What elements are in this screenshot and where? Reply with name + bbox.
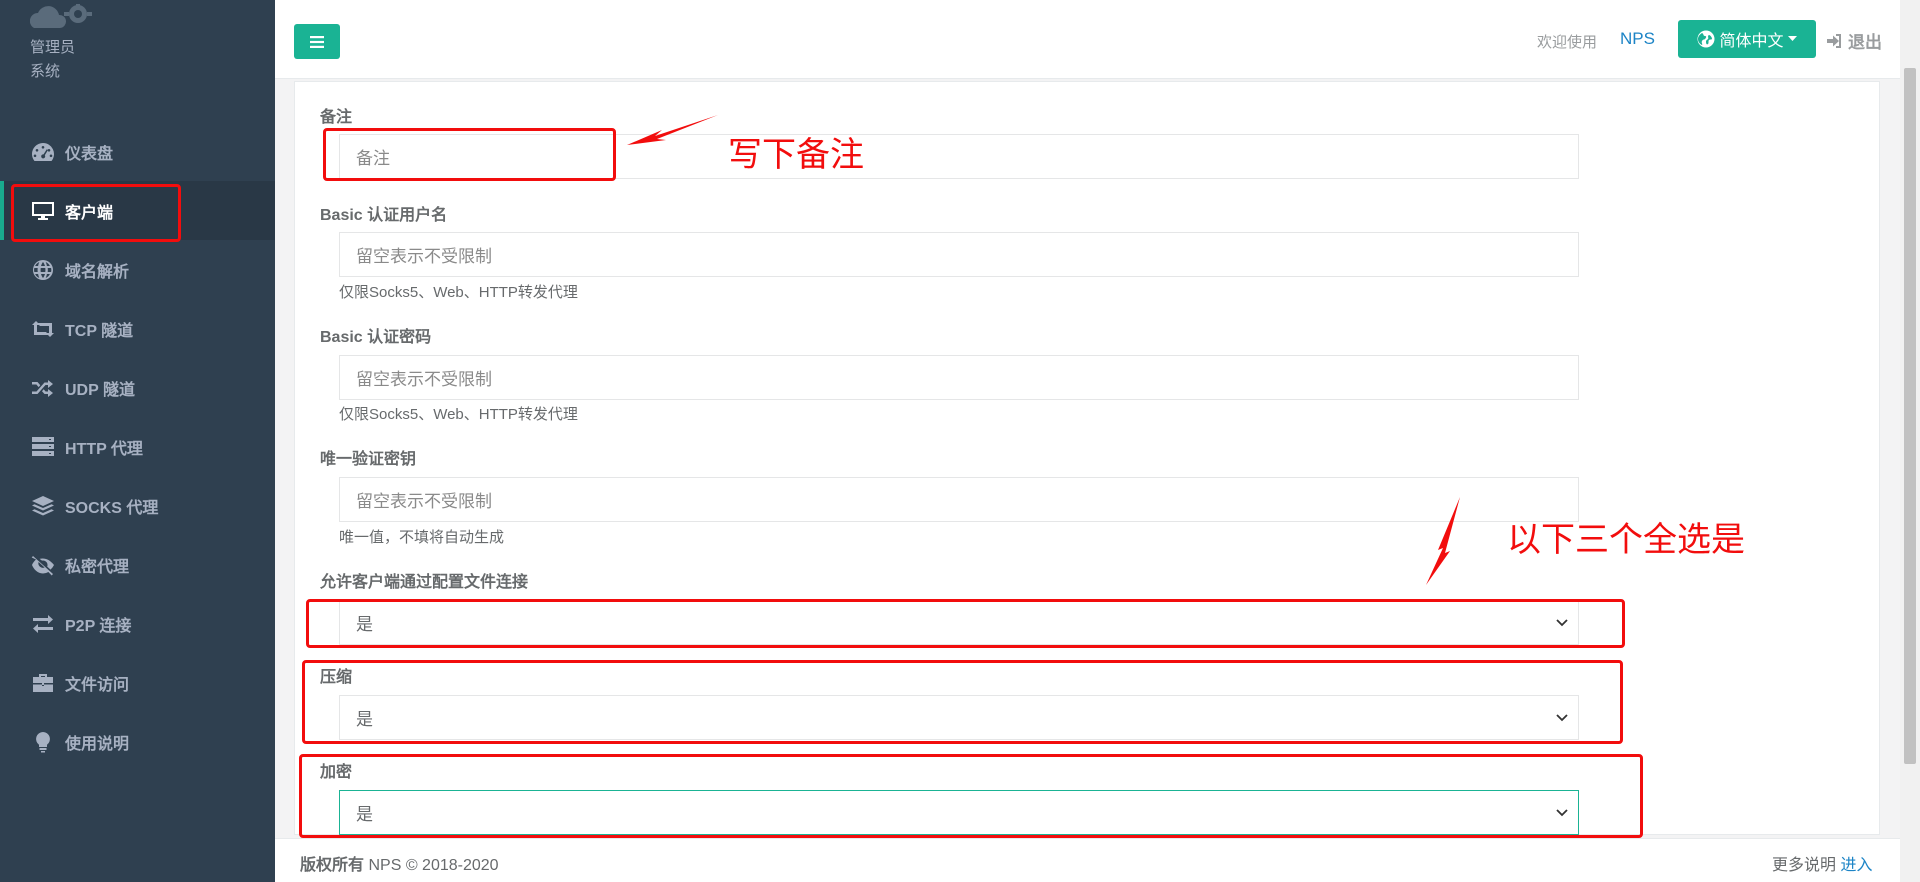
language-label: 简体中文 — [1719, 33, 1784, 50]
dashboard-icon — [30, 141, 56, 163]
briefcase-icon — [30, 672, 56, 694]
annotation-box-client — [11, 184, 181, 242]
layers-icon — [30, 495, 56, 517]
random-icon — [30, 377, 56, 399]
nps-link[interactable]: NPS — [1620, 29, 1655, 49]
brand-line1: 管理员 — [30, 39, 76, 56]
topbar: 欢迎使用 NPS 简体中文 退出 — [275, 0, 1900, 79]
exchange-icon — [30, 613, 56, 635]
caret-down-icon — [1787, 36, 1797, 41]
globe-icon — [30, 259, 56, 281]
menu-toggle-button[interactable] — [294, 24, 340, 59]
sidebar-item-label: 使用说明 — [65, 735, 130, 753]
sidebar-item-p2p[interactable]: P2P 连接 — [0, 594, 275, 653]
more-text: 更多说明 — [1772, 857, 1837, 874]
logout-label: 退出 — [1848, 33, 1882, 52]
remark-label: 备注 — [320, 109, 353, 126]
bars-icon — [310, 35, 324, 48]
sidebar-item-label: 仪表盘 — [65, 145, 114, 163]
eye-slash-icon — [30, 554, 56, 576]
copyright-text: NPS © 2018-2020 — [368, 857, 499, 874]
language-dropdown[interactable]: 简体中文 — [1678, 20, 1816, 58]
sidebar-item-label: 域名解析 — [65, 263, 130, 281]
retweet-icon — [30, 318, 56, 340]
scrollbar-thumb[interactable] — [1904, 68, 1916, 764]
sidebar-item-label: 私密代理 — [65, 558, 130, 576]
more-link[interactable]: 进入 — [1840, 857, 1872, 874]
sign-in-icon — [1827, 33, 1841, 48]
annotation-select-note: 以下三个全选是 — [1507, 521, 1745, 559]
copyright: 版权所有 NPS © 2018-2020 — [300, 851, 499, 875]
annotation-box-config-conn — [306, 599, 1625, 648]
more-info: 更多说明 进入 — [1772, 851, 1872, 875]
sidebar-item-file[interactable]: 文件访问 — [0, 653, 275, 712]
annotation-box-compress — [302, 660, 1623, 744]
basic-password-input[interactable]: 留空表示不受限制 — [339, 355, 1579, 400]
sidebar-item-tcp[interactable]: TCP 隧道 — [0, 299, 275, 358]
basic-username-label: Basic 认证用户名 — [320, 207, 448, 224]
sidebar-item-udp[interactable]: UDP 隧道 — [0, 358, 275, 417]
basic-password-label: Basic 认证密码 — [320, 329, 432, 346]
welcome-text: 欢迎使用 — [1537, 34, 1598, 51]
sidebar-item-socks[interactable]: SOCKS 代理 — [0, 476, 275, 535]
annotation-remark-note: 写下备注 — [728, 136, 864, 174]
cloud-gear-icon — [30, 4, 92, 28]
sidebar-item-dashboard[interactable]: 仪表盘 — [0, 122, 275, 181]
basic-username-input[interactable]: 留空表示不受限制 — [339, 232, 1579, 277]
basic-password-help: 仅限Socks5、Web、HTTP转发代理 — [339, 406, 578, 423]
logout-button[interactable]: 退出 — [1826, 28, 1882, 53]
sidebar-item-label: TCP 隧道 — [65, 322, 134, 340]
sidebar-item-label: P2P 连接 — [65, 617, 132, 635]
vkey-help: 唯一值，不填将自动生成 — [339, 529, 505, 546]
basic-username-help: 仅限Socks5、Web、HTTP转发代理 — [339, 284, 578, 301]
scrollbar[interactable] — [1900, 0, 1920, 882]
footer: 版权所有 NPS © 2018-2020 更多说明 进入 — [275, 838, 1900, 882]
sidebar-item-label: UDP 隧道 — [65, 381, 135, 399]
annotation-box-crypt — [299, 754, 1643, 838]
lightbulb-icon — [30, 731, 56, 753]
sidebar-item-domain[interactable]: 域名解析 — [0, 240, 275, 299]
sidebar-item-label: 文件访问 — [65, 676, 130, 694]
brand-line2: 系统 — [30, 63, 61, 80]
globe-icon — [1697, 30, 1715, 48]
annotation-box-remark — [323, 128, 616, 181]
config-conn-label: 允许客户端通过配置文件连接 — [320, 574, 529, 591]
server-icon — [30, 436, 56, 458]
sidebar-item-http[interactable]: HTTP 代理 — [0, 417, 275, 476]
sidebar-item-label: SOCKS 代理 — [65, 499, 159, 517]
vkey-input[interactable]: 留空表示不受限制 — [339, 477, 1579, 522]
sidebar-item-label: HTTP 代理 — [65, 440, 143, 458]
sidebar: 管理员 系统 仪表盘 客户端 域名解析 TCP 隧道 UDP 隧道 HTTP 代… — [0, 0, 275, 882]
sidebar-item-secret[interactable]: 私密代理 — [0, 535, 275, 594]
sidebar-item-help[interactable]: 使用说明 — [0, 712, 275, 771]
copyright-bold: 版权所有 — [300, 857, 365, 874]
vkey-label: 唯一验证密钥 — [320, 451, 417, 468]
